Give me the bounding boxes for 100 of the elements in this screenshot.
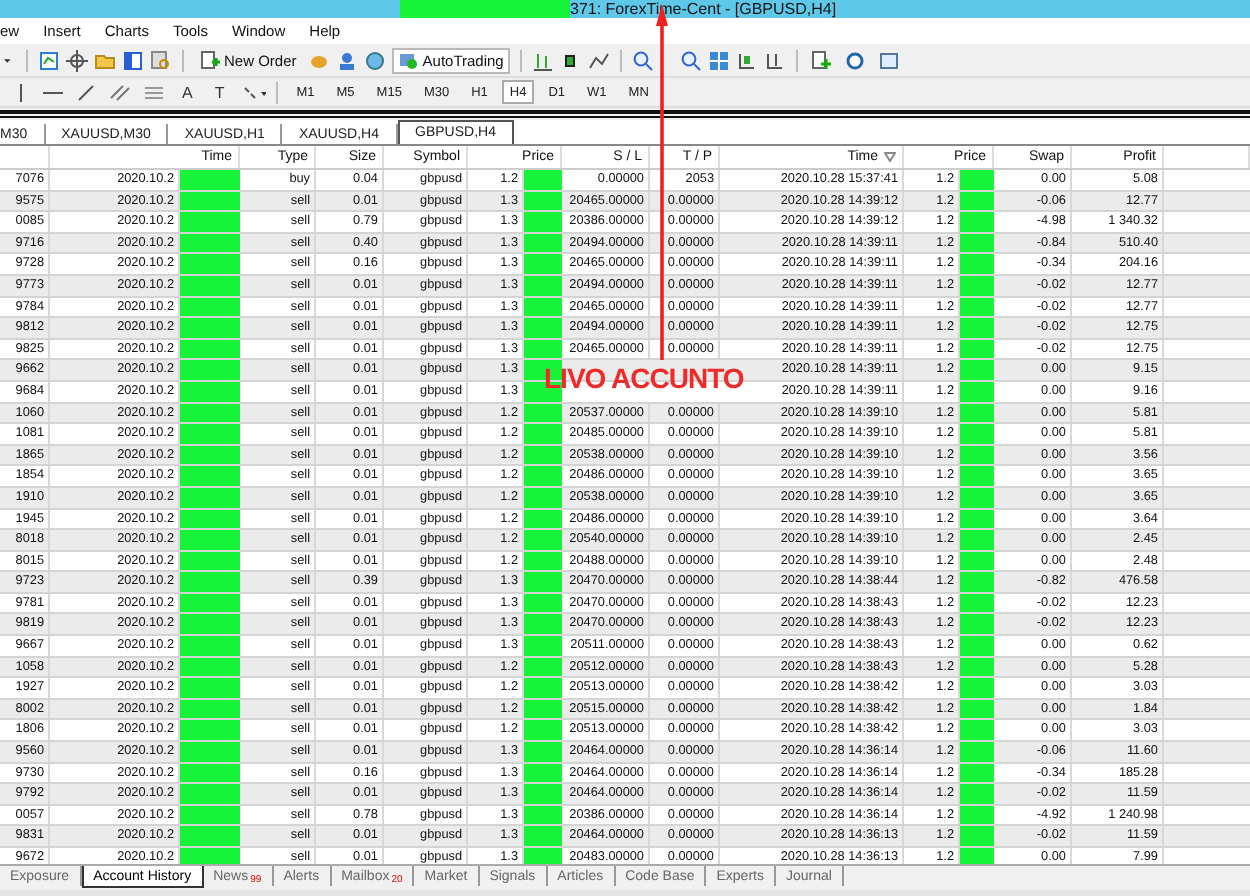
redaction-bar xyxy=(960,742,994,762)
redaction-bar xyxy=(524,297,562,317)
redaction-bar xyxy=(524,254,562,274)
template-icon[interactable] xyxy=(875,49,904,71)
redaction-bar xyxy=(524,593,562,613)
text-tool-button[interactable]: T xyxy=(206,80,233,104)
redaction-bar xyxy=(960,614,994,635)
window-title: 371: ForexTime-Cent - [GBPUSD,H4] xyxy=(570,0,837,18)
crosshair-icon[interactable] xyxy=(66,49,88,71)
redaction-bar xyxy=(960,191,994,211)
redaction-bar xyxy=(960,509,994,529)
redaction-bar xyxy=(960,487,994,507)
redaction-bar xyxy=(524,551,562,571)
redaction-bar xyxy=(524,636,562,656)
user-icon[interactable] xyxy=(336,49,359,71)
redaction-bar xyxy=(960,826,994,846)
redaction-bar xyxy=(960,678,994,698)
redaction-bar xyxy=(960,636,994,656)
redaction-bar xyxy=(960,784,994,804)
redaction-bar xyxy=(524,763,562,783)
redaction-bar xyxy=(960,212,994,232)
redaction-bar xyxy=(524,212,562,232)
redaction-bar xyxy=(180,487,240,507)
redaction-bar xyxy=(524,403,562,423)
redaction-bar xyxy=(180,699,240,719)
redaction-bar xyxy=(180,297,240,317)
redaction-bar xyxy=(180,381,240,402)
redaction-bar xyxy=(524,191,562,211)
redaction-bar xyxy=(524,170,562,190)
redaction-bar xyxy=(180,509,240,529)
window-icon[interactable] xyxy=(122,49,144,71)
redaction-bar xyxy=(180,593,240,613)
redaction-bar xyxy=(180,445,240,465)
redaction-bar xyxy=(180,551,240,571)
redaction-bar xyxy=(180,784,240,804)
redaction-bar xyxy=(960,424,994,444)
grid-icon[interactable] xyxy=(707,49,730,71)
redaction-bar xyxy=(960,763,994,783)
redaction-bar xyxy=(960,360,994,380)
redaction-bar xyxy=(960,593,994,613)
redaction-bar xyxy=(180,212,240,232)
redaction-bar xyxy=(180,318,240,338)
redaction-bar xyxy=(524,509,562,529)
text-tool-button[interactable]: A xyxy=(174,80,201,104)
redaction-bar xyxy=(180,403,240,423)
redaction-bar xyxy=(524,466,562,486)
redaction-bar xyxy=(960,720,994,741)
shapes-icon[interactable] xyxy=(238,81,267,103)
redaction-bar xyxy=(180,614,240,635)
redaction-bar xyxy=(180,636,240,656)
redaction-bar xyxy=(524,614,562,635)
redaction-bar xyxy=(180,826,240,846)
sort-icon xyxy=(884,152,896,162)
redaction-bar xyxy=(180,339,240,359)
redaction-bar xyxy=(524,742,562,762)
chart-icon[interactable] xyxy=(38,49,60,71)
zoom-in-icon[interactable] xyxy=(631,49,654,71)
redaction-bar xyxy=(180,424,240,444)
redaction-bar xyxy=(960,170,994,190)
line-chart-icon[interactable] xyxy=(587,49,610,71)
redaction-bar xyxy=(180,254,240,274)
redaction-bar xyxy=(180,360,240,380)
channel-icon[interactable] xyxy=(106,81,134,103)
redaction-bar xyxy=(524,318,562,338)
redaction-bar xyxy=(960,339,994,359)
redaction-bar xyxy=(960,699,994,719)
redaction-bar xyxy=(524,275,562,296)
redaction-bar xyxy=(960,551,994,571)
redaction-bar xyxy=(960,572,994,592)
redaction-bar xyxy=(524,487,562,507)
redaction-bar xyxy=(960,297,994,317)
redaction-bar xyxy=(180,678,240,698)
redaction-bar xyxy=(524,572,562,592)
redaction-bar xyxy=(180,466,240,486)
redaction-bar xyxy=(180,191,240,211)
redaction-bar xyxy=(524,678,562,698)
redaction-bar xyxy=(524,233,562,253)
zoom-out-icon[interactable] xyxy=(679,49,702,71)
redaction-bar xyxy=(960,657,994,677)
redaction-bar xyxy=(524,424,562,444)
redaction-bar xyxy=(180,763,240,783)
redaction-bar xyxy=(960,403,994,423)
indicator-icon[interactable] xyxy=(807,49,836,71)
redaction-bar xyxy=(524,445,562,465)
bar-chart-icon[interactable] xyxy=(531,49,554,71)
document-plus-icon xyxy=(200,50,220,70)
redaction-bar xyxy=(524,720,562,741)
redaction-bar xyxy=(524,784,562,804)
redaction-bar xyxy=(180,170,240,190)
redaction-bar xyxy=(960,254,994,274)
redaction-bar xyxy=(180,530,240,550)
redaction-bar xyxy=(524,826,562,846)
folder-icon[interactable] xyxy=(94,49,116,71)
redaction-bar xyxy=(524,339,562,359)
redaction-bar xyxy=(960,318,994,338)
redaction-bar xyxy=(180,657,240,677)
redaction-bar xyxy=(960,466,994,486)
redaction-bar xyxy=(180,805,240,825)
redaction-bar xyxy=(524,530,562,550)
redaction-bar xyxy=(960,530,994,550)
